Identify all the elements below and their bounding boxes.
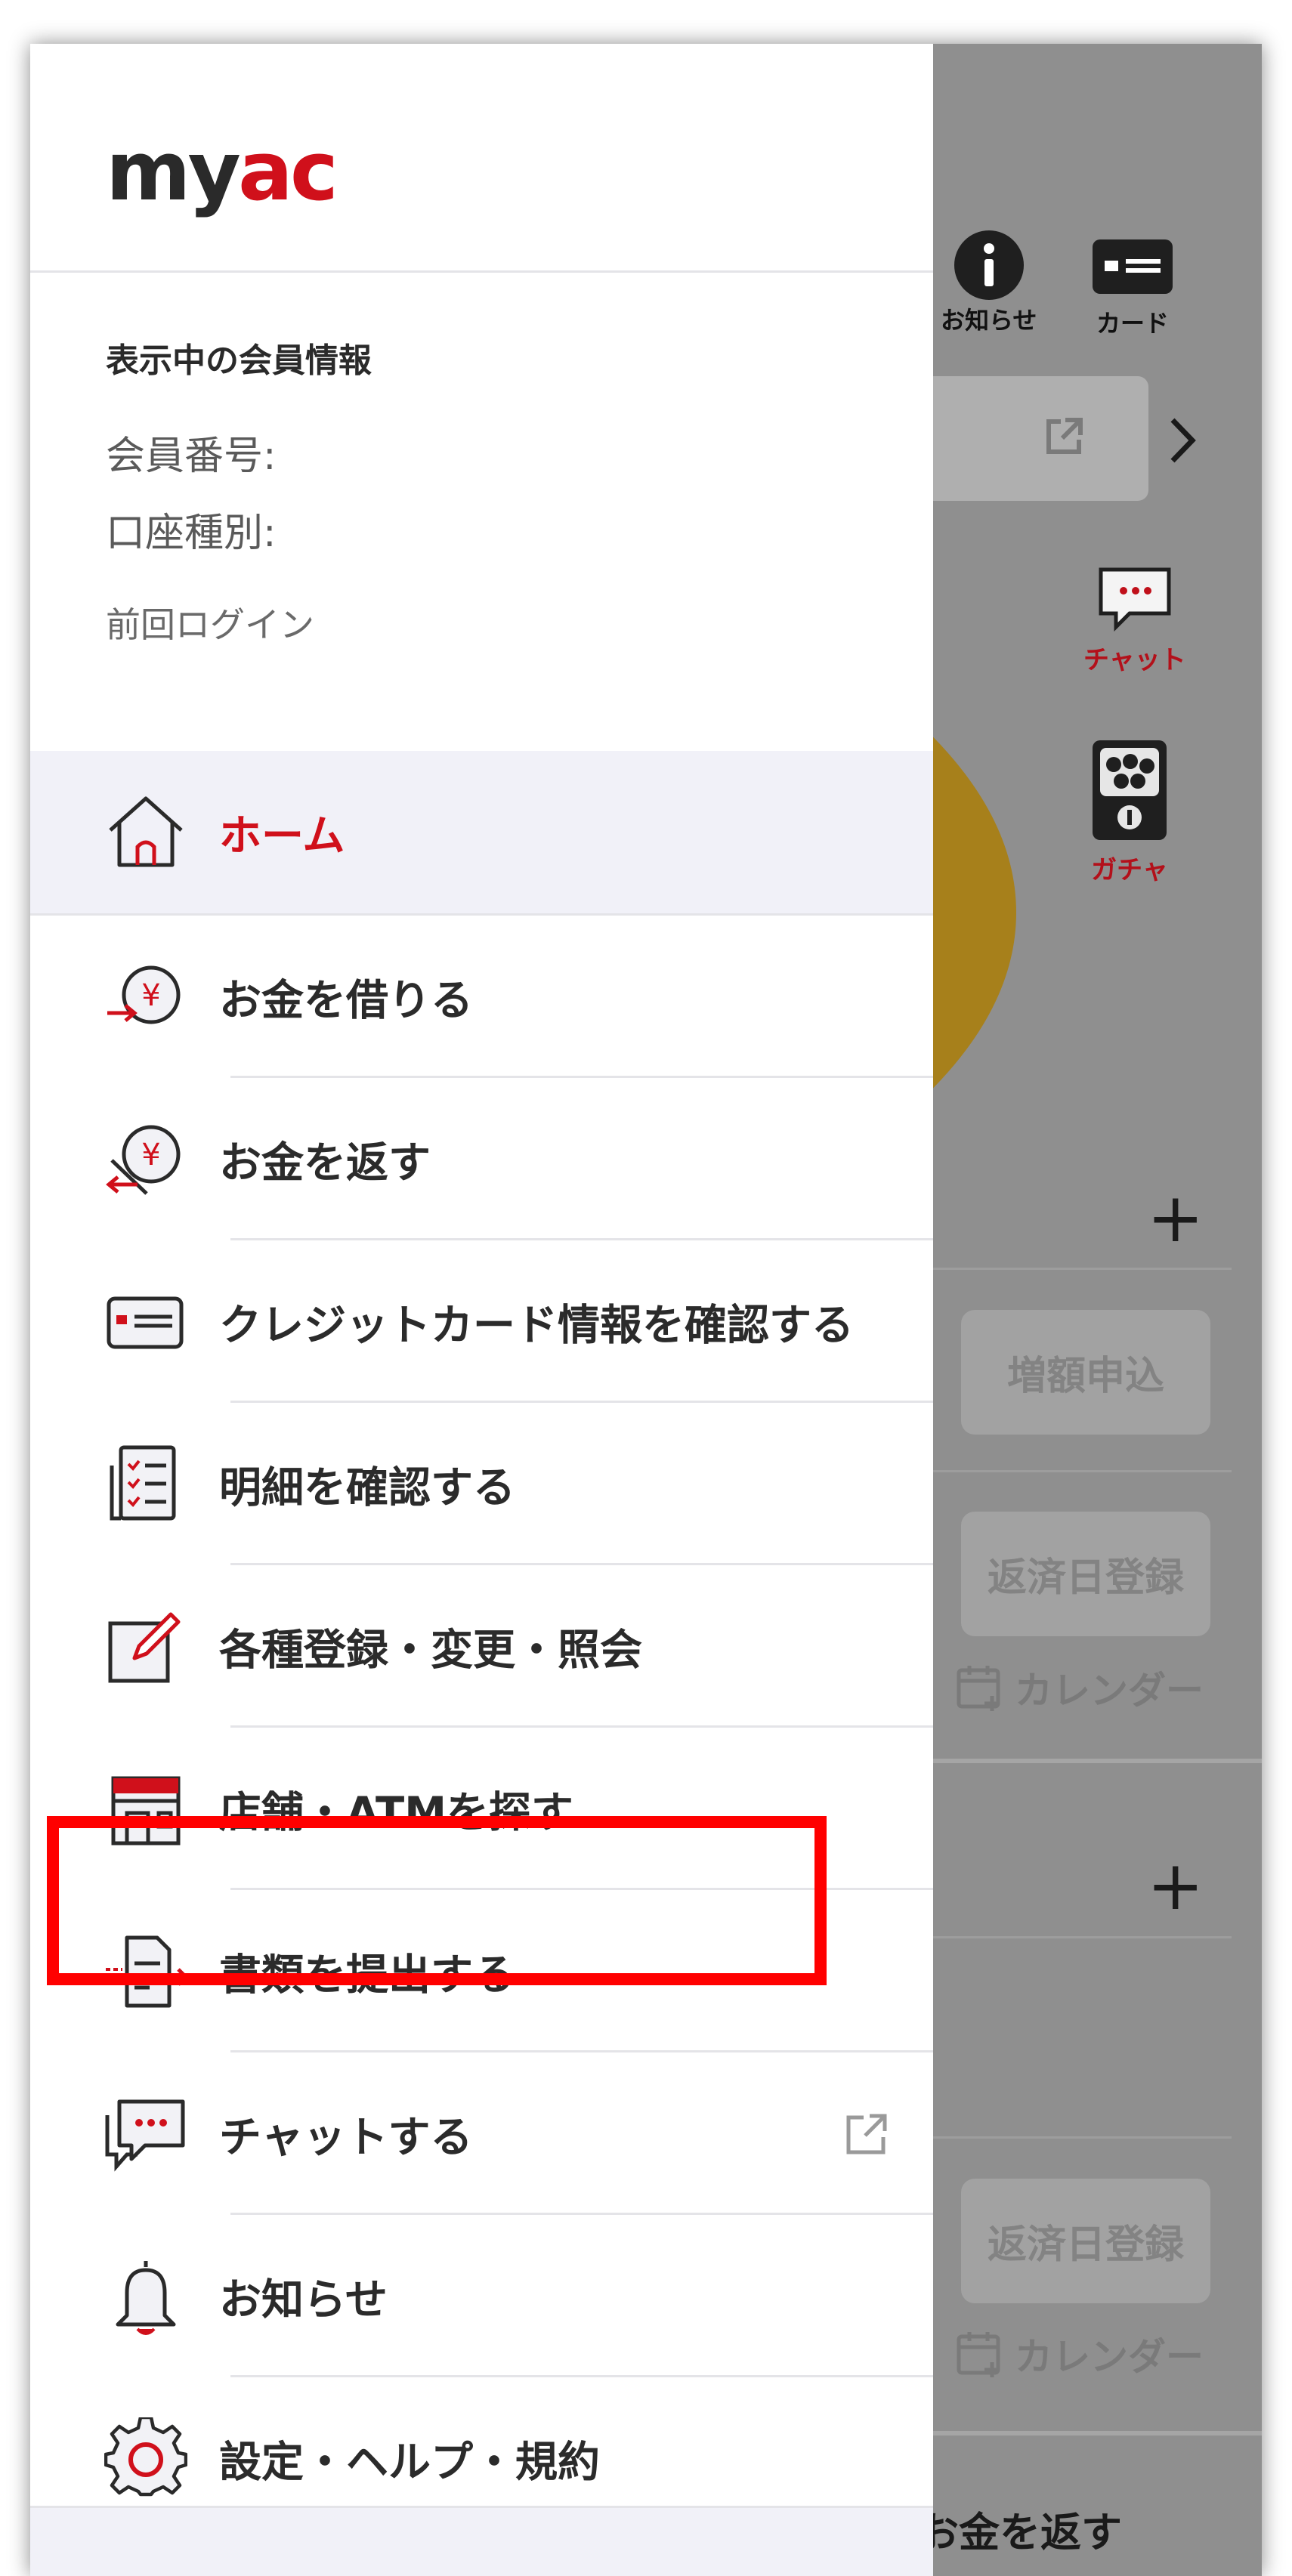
bg-divider [933, 2136, 1232, 2139]
menu-label: クレジットカード情報を確認する [219, 1301, 854, 1350]
bg-divider [933, 1268, 1232, 1270]
gacha-shortcut[interactable]: ガチャ [1088, 737, 1171, 886]
menu-label: 書類を提出する [219, 1951, 515, 2000]
repay-date-button[interactable]: 返済日登録 [961, 1512, 1210, 1636]
drawer-footer [30, 2506, 933, 2576]
bell-icon [116, 2260, 176, 2335]
bg-link-card [899, 376, 1148, 501]
menu-label: お知らせ [219, 2275, 388, 2324]
gacha-machine-icon [1093, 740, 1167, 840]
chevron-right-icon[interactable] [1164, 414, 1201, 467]
gacha-label: ガチャ [1091, 855, 1168, 885]
menu-item-borrow[interactable]: ¥ お金を借りる [30, 916, 933, 1078]
chat-label: チャット [1083, 645, 1186, 675]
statement-icon [110, 1445, 176, 1520]
menu-label: お金を借りる [219, 976, 473, 1025]
svg-text:¥: ¥ [141, 1138, 160, 1172]
member-info-title: 表示中の会員情報 [106, 341, 372, 380]
menu-label: お金を返す [219, 1138, 431, 1188]
drawer-header: myac [30, 44, 933, 273]
last-login-label: 前回ログイン [106, 604, 314, 645]
drawer-menu: ホーム ¥ お金を借りる ¥ お金を返す クレジットカード情報を確認する 明細を… [30, 751, 933, 2540]
notice-button[interactable]: お知らせ [941, 229, 1037, 336]
submit-document-icon [106, 1935, 187, 2007]
svg-text:¥: ¥ [141, 978, 160, 1013]
calendar-add-icon [957, 2332, 1000, 2377]
borrow-yen-icon: ¥ [107, 965, 181, 1024]
menu-item-credit-card[interactable]: クレジットカード情報を確認する [30, 1240, 933, 1403]
bg-divider [933, 1936, 1232, 1938]
credit-card-icon [107, 1296, 184, 1348]
external-link-icon [846, 2114, 887, 2154]
menu-label: チャットする [219, 2113, 473, 2162]
calendar-label: カレンダー [1015, 1669, 1204, 1713]
chat-icon [105, 2099, 185, 2172]
home-icon [109, 796, 183, 866]
repay-yen-icon: ¥ [106, 1125, 181, 1195]
menu-label: 設定・ヘルプ・規約 [219, 2438, 600, 2487]
menu-item-home[interactable]: ホーム [30, 751, 933, 916]
myac-logo: myac [106, 131, 338, 213]
external-link-icon [1046, 418, 1083, 454]
app-screen: お知らせ カード チャット ガチャ + 増額申込 返済日登録 カレンダー + 返… [30, 44, 1262, 2576]
info-icon [954, 230, 1024, 300]
store-icon [111, 1776, 181, 1845]
bg-divider [933, 2431, 1262, 2435]
menu-item-registration[interactable]: 各種登録・変更・照会 [30, 1565, 933, 1728]
bg-divider [933, 1759, 1262, 1763]
repay-date-button[interactable]: 返済日登録 [961, 2179, 1210, 2303]
card-button[interactable]: カード [1091, 236, 1174, 339]
card-icon [1093, 239, 1173, 294]
menu-item-store-atm[interactable]: 店舗・ATMを探す [30, 1728, 933, 1890]
member-number-label: 会員番号: [106, 434, 277, 479]
increase-button[interactable]: 増額申込 [961, 1310, 1210, 1435]
menu-label: 各種登録・変更・照会 [219, 1626, 642, 1675]
calendar-label: カレンダー [1015, 2335, 1204, 2379]
notice-label: お知らせ [941, 306, 1037, 335]
bg-divider [933, 1470, 1232, 1472]
menu-item-statement[interactable]: 明細を確認する [30, 1403, 933, 1565]
menu-label: 店舗・ATMを探す [219, 1788, 573, 1837]
calendar-link[interactable]: カレンダー [956, 2327, 1204, 2381]
add-icon[interactable]: + [1147, 1852, 1204, 1920]
bg-bottom-text: お金を返す [918, 2509, 1122, 2556]
menu-item-repay[interactable]: ¥ お金を返す [30, 1078, 933, 1240]
side-drawer: myac 表示中の会員情報 会員番号: 口座種別: 前回ログイン ホーム ¥ お… [30, 44, 933, 2576]
member-info-section: 表示中の会員情報 会員番号: 口座種別: 前回ログイン [30, 273, 933, 753]
chat-shortcut[interactable]: チャット [1083, 564, 1186, 676]
calendar-link[interactable]: カレンダー [956, 1660, 1204, 1715]
menu-label: 明細を確認する [219, 1463, 515, 1512]
logo-my: my [106, 125, 241, 219]
menu-label: ホーム [219, 811, 345, 860]
calendar-add-icon [957, 1666, 1000, 1711]
menu-item-submit-documents[interactable]: 書類を提出する [30, 1890, 933, 2052]
menu-item-notifications[interactable]: お知らせ [30, 2215, 933, 2377]
account-type-label: 口座種別: [106, 511, 277, 556]
card-label: カード [1096, 309, 1169, 338]
settings-gear-icon [104, 2417, 187, 2496]
edit-icon [108, 1612, 181, 1682]
menu-item-chat[interactable]: チャットする [30, 2052, 933, 2215]
chat-bubble-icon [1099, 567, 1171, 632]
add-icon[interactable]: + [1147, 1185, 1204, 1252]
logo-ac: ac [237, 125, 338, 219]
